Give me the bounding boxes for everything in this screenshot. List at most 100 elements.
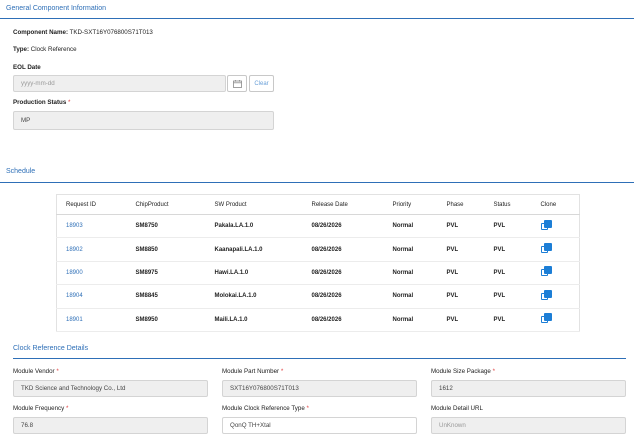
table-row: 18904 SM8845 Molokai.LA.1.0 08/26/2026 N…: [56, 284, 580, 309]
col-request-id[interactable]: Request ID: [56, 194, 127, 215]
sw-product-cell: Hawi.LA.1.0: [205, 261, 303, 286]
module-url-value: UnKnown: [439, 422, 466, 429]
calendar-button[interactable]: [227, 75, 247, 92]
eol-date-label: EOL Date: [13, 64, 41, 71]
module-size-label-text: Module Size Package: [431, 368, 491, 375]
request-id-link[interactable]: 18900: [56, 261, 127, 286]
eol-date-placeholder: yyyy-mm-dd: [21, 80, 55, 87]
required-mark: *: [65, 405, 69, 412]
clone-cell: [531, 237, 580, 262]
component-name-value: TKD-SXT16Y076800S71T013: [69, 29, 153, 36]
production-status-field[interactable]: MP: [13, 111, 274, 130]
module-clock-type-label: Module Clock Reference Type *: [222, 405, 309, 412]
module-frequency-value: 76.8: [21, 422, 34, 429]
production-status-label: Production Status *: [13, 99, 70, 106]
module-url-field[interactable]: UnKnown: [431, 417, 626, 434]
priority-cell: Normal: [383, 214, 438, 239]
status-cell: PVL: [484, 237, 532, 262]
col-chip-product[interactable]: ChipProduct: [126, 194, 206, 215]
release-date-cell: 08/26/2026: [302, 237, 384, 262]
request-id-link[interactable]: 18902: [56, 237, 127, 262]
clone-icon[interactable]: [540, 266, 552, 277]
release-date-cell: 08/26/2026: [302, 214, 384, 239]
required-mark: *: [306, 405, 309, 412]
phase-cell: PVL: [437, 261, 485, 286]
component-type: Type: Clock Reference: [13, 46, 77, 53]
schedule-section-title: Schedule: [6, 168, 36, 175]
calendar-icon: [232, 79, 242, 88]
chip-product-cell: SM8950: [126, 308, 206, 332]
priority-cell: Normal: [383, 261, 438, 286]
table-row: 18902 SM8850 Kaanapali.LA.1.0 08/26/2026…: [56, 237, 580, 262]
priority-cell: Normal: [383, 308, 438, 332]
col-status[interactable]: Status: [484, 194, 532, 215]
required-mark: *: [56, 368, 59, 375]
chip-product-cell: SM8750: [126, 214, 206, 239]
status-cell: PVL: [484, 284, 532, 309]
production-status-value: MP: [21, 117, 31, 124]
status-cell: PVL: [484, 214, 532, 239]
clone-cell: [531, 214, 580, 239]
sw-product-cell: Molokai.LA.1.0: [205, 284, 303, 309]
clone-cell: [531, 284, 580, 309]
phase-cell: PVL: [437, 214, 485, 239]
required-mark: *: [280, 368, 284, 375]
chip-product-cell: SM8845: [126, 284, 206, 309]
request-id-link[interactable]: 18903: [56, 214, 127, 239]
status-cell: PVL: [484, 261, 532, 286]
phase-cell: PVL: [437, 237, 485, 262]
component-type-value: Clock Reference: [30, 46, 77, 53]
col-sw-product[interactable]: SW Product: [205, 194, 303, 215]
col-phase[interactable]: Phase: [437, 194, 485, 215]
schedule-table: Request ID ChipProduct SW Product Releas…: [56, 194, 580, 332]
request-id-link[interactable]: 18901: [56, 308, 127, 332]
clone-icon[interactable]: [540, 243, 552, 254]
module-clock-type-label-text: Module Clock Reference Type: [222, 405, 305, 412]
module-clock-type-value: QonQ TH+Xtal: [230, 422, 271, 429]
clone-cell: [531, 308, 580, 332]
clock-section-title: Clock Reference Details: [13, 345, 89, 352]
clone-icon[interactable]: [540, 313, 552, 324]
clock-section-rule: [13, 358, 626, 359]
release-date-cell: 08/26/2026: [302, 308, 384, 332]
clear-button[interactable]: Clear: [249, 75, 274, 92]
release-date-cell: 08/26/2026: [302, 261, 384, 286]
module-size-field[interactable]: 1612: [431, 380, 626, 397]
component-name: Component Name: TKD-SXT16Y076800S71T013: [13, 29, 153, 36]
clone-icon[interactable]: [540, 219, 552, 231]
schedule-section-rule: [0, 182, 634, 183]
eol-date-label-text: EOL Date: [13, 64, 41, 71]
priority-cell: Normal: [383, 284, 438, 309]
col-release-date[interactable]: Release Date: [302, 194, 384, 215]
col-clone: Clone: [531, 194, 580, 215]
clone-cell: [531, 261, 580, 286]
module-vendor-value: TKD Science and Technology Co., Ltd: [21, 385, 126, 392]
required-mark: *: [492, 368, 496, 375]
module-part-label: Module Part Number *: [222, 368, 283, 375]
module-vendor-field[interactable]: TKD Science and Technology Co., Ltd: [13, 380, 208, 397]
module-frequency-label-text: Module Frequency: [13, 405, 65, 412]
module-part-field[interactable]: SXT16Y076800S71T013: [222, 380, 417, 397]
general-section-title: General Component Information: [6, 5, 106, 12]
clone-icon[interactable]: [540, 289, 552, 301]
module-clock-type-field[interactable]: QonQ TH+Xtal: [222, 417, 417, 434]
sw-product-cell: Kaanapali.LA.1.0: [205, 237, 303, 262]
phase-cell: PVL: [437, 284, 485, 309]
module-size-value: 1612: [439, 385, 453, 392]
module-size-label: Module Size Package *: [431, 368, 495, 375]
module-url-label: Module Detail URL: [431, 405, 483, 412]
component-name-label: Component Name:: [13, 29, 69, 36]
release-date-cell: 08/26/2026: [302, 284, 384, 309]
request-id-link[interactable]: 18904: [56, 284, 127, 309]
production-status-label-text: Production Status: [13, 99, 67, 106]
module-part-label-text: Module Part Number: [222, 368, 280, 375]
schedule-header-row: Request ID ChipProduct SW Product Releas…: [56, 194, 580, 215]
module-frequency-field[interactable]: 76.8: [13, 417, 208, 434]
col-priority[interactable]: Priority: [383, 194, 438, 215]
module-url-label-text: Module Detail URL: [431, 405, 483, 412]
eol-date-input[interactable]: yyyy-mm-dd: [13, 75, 226, 92]
table-row: 18900 SM8975 Hawi.LA.1.0 08/26/2026 Norm…: [56, 261, 580, 286]
module-vendor-label: Module Vendor *: [13, 368, 59, 375]
general-section-rule: [0, 18, 634, 19]
chip-product-cell: SM8850: [126, 237, 206, 262]
